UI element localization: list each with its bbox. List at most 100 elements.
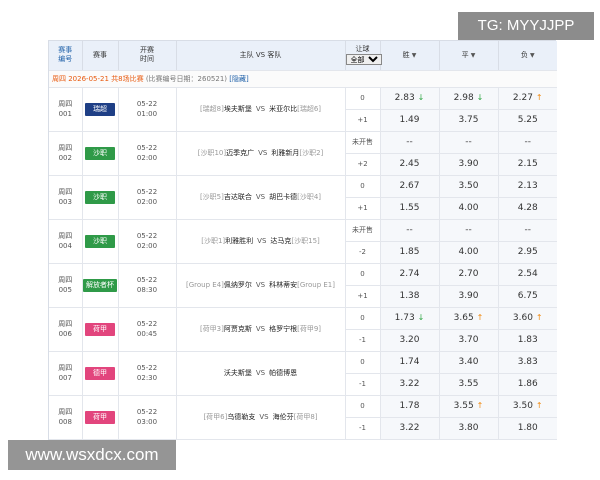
home-team-link[interactable]: 迈季克广 — [226, 149, 254, 157]
odds-lose-cell[interactable]: 1.80 — [498, 417, 557, 440]
odds-win-cell[interactable]: 3.22 — [379, 373, 440, 396]
odds-lose-cell[interactable]: 2.54 — [498, 263, 557, 286]
home-rank: [荷甲3] — [199, 325, 224, 333]
league-badge[interactable]: 荷甲 — [85, 410, 115, 424]
odds-win-cell[interactable]: 2.83 ↓ — [379, 87, 440, 110]
odds-win-value: -- — [406, 137, 413, 147]
home-team-link[interactable]: 沃夫斯堡 — [224, 369, 252, 377]
odds-win-value: 1.38 — [399, 291, 420, 301]
odds-win-value: 1.55 — [399, 203, 420, 213]
odds-draw-value: 3.50 — [458, 181, 479, 191]
header-draw-sort[interactable]: 平 ▼ — [439, 41, 499, 71]
league-badge[interactable]: 沙职 — [85, 190, 115, 204]
odds-win-cell[interactable]: 3.20 — [379, 329, 440, 352]
odds-draw-cell[interactable]: 4.00 — [439, 197, 499, 220]
away-team-link[interactable]: 胡巴卡德 — [269, 193, 297, 201]
match-code: 周四 003 — [49, 175, 83, 220]
odds-draw-cell[interactable]: 2.98 ↓ — [439, 87, 499, 110]
odds-draw-cell[interactable]: 3.55 — [439, 373, 499, 396]
odds-draw-value: 4.00 — [458, 247, 479, 257]
odds-lose-cell[interactable]: 2.15 — [498, 153, 557, 176]
odds-draw-cell[interactable]: -- — [439, 219, 499, 242]
odds-win-cell[interactable]: -- — [379, 131, 440, 154]
match-day: 周四 — [58, 364, 73, 372]
league-badge[interactable]: 解放者杯 — [83, 278, 117, 292]
home-team-link[interactable]: 乌德勒支 — [227, 413, 255, 421]
odds-lose-cell[interactable]: 3.83 — [498, 351, 557, 374]
odds-draw-cell[interactable]: 3.90 — [439, 285, 499, 308]
league-badge[interactable]: 瑞超 — [85, 102, 115, 116]
home-team-link[interactable]: 埃夫斯堡 — [224, 105, 252, 113]
odds-lose-cell[interactable]: 3.60 ↑ — [498, 307, 557, 330]
odds-lose-cell[interactable]: 4.28 — [498, 197, 557, 220]
league-badge[interactable]: 沙职 — [85, 146, 115, 160]
away-team-link[interactable]: 利雅新月 — [271, 149, 299, 157]
odds-lose-cell[interactable]: -- — [498, 131, 557, 154]
odds-lose-cell[interactable]: 2.95 — [498, 241, 557, 264]
handicap-filter-select[interactable]: 全部 — [345, 54, 382, 66]
header-win-sort[interactable]: 胜 ▼ — [380, 41, 440, 71]
home-team-link[interactable]: 吉达联合 — [224, 193, 252, 201]
odds-win-cell[interactable]: 1.85 — [379, 241, 440, 264]
odds-draw-cell[interactable]: 3.80 — [439, 417, 499, 440]
home-team-link[interactable]: 利雅胜利 — [225, 237, 253, 245]
odds-lose-cell[interactable]: 2.27 ↑ — [498, 87, 557, 110]
table-header-row: 赛事 编号 赛事 开赛 时间 主队 VS 客队 让球 全部 胜 ▼ 平 ▼ 负 ▼ — [49, 41, 557, 71]
odds-lose-cell[interactable]: 6.75 — [498, 285, 557, 308]
odds-win-value: 1.73 — [394, 313, 415, 323]
away-rank: [沙职4] — [297, 193, 322, 201]
header-teams: 主队 VS 客队 — [176, 41, 346, 71]
odds-win-cell[interactable]: 2.67 — [379, 175, 440, 198]
away-team-link[interactable]: 海伦芬 — [273, 413, 294, 421]
odds-draw-cell[interactable]: 4.00 — [439, 241, 499, 264]
away-team-link[interactable]: 科林蒂安 — [269, 281, 297, 289]
odds-lose-cell[interactable]: 5.25 — [498, 109, 557, 132]
teams-cell: [瑞超8]埃夫斯堡 VS 米亚尔比[瑞超6] — [176, 87, 346, 132]
match-day: 周四 — [58, 320, 73, 328]
league-badge[interactable]: 德甲 — [85, 366, 115, 380]
odds-win-cell[interactable]: 2.74 — [379, 263, 440, 286]
odds-draw-cell[interactable]: 3.50 — [439, 175, 499, 198]
match-day: 周四 — [58, 188, 73, 196]
odds-draw-cell[interactable]: 3.75 — [439, 109, 499, 132]
odds-draw-cell[interactable]: -- — [439, 131, 499, 154]
kickoff-time: 05-22 02:30 — [118, 351, 177, 396]
odds-draw-cell[interactable]: 3.70 — [439, 329, 499, 352]
away-team-link[interactable]: 达马克 — [270, 237, 291, 245]
odds-draw-cell[interactable]: 3.55 ↑ — [439, 395, 499, 418]
away-team-link[interactable]: 格罗宁根 — [269, 325, 297, 333]
odds-lose-cell[interactable]: 1.83 — [498, 329, 557, 352]
league-badge[interactable]: 沙职 — [85, 234, 115, 248]
odds-lose-cell[interactable]: 1.86 — [498, 373, 557, 396]
away-team-link[interactable]: 米亚尔比 — [269, 105, 297, 113]
odds-win-cell[interactable]: 1.49 — [379, 109, 440, 132]
odds-win-cell[interactable]: 2.45 — [379, 153, 440, 176]
odds-win-cell[interactable]: -- — [379, 219, 440, 242]
odds-draw-cell[interactable]: 3.90 — [439, 153, 499, 176]
odds-lose-cell[interactable]: -- — [498, 219, 557, 242]
odds-lose-value: 2.54 — [517, 269, 538, 279]
odds-win-cell[interactable]: 1.74 — [379, 351, 440, 374]
odds-win-cell[interactable]: 3.22 — [379, 417, 440, 440]
odds-draw-cell[interactable]: 3.65 ↑ — [439, 307, 499, 330]
odds-draw-value: 3.90 — [458, 159, 479, 169]
odds-win-cell[interactable]: 1.38 — [379, 285, 440, 308]
odds-win-cell[interactable]: 1.73 ↓ — [379, 307, 440, 330]
odds-draw-cell[interactable]: 2.70 — [439, 263, 499, 286]
odds-win-cell[interactable]: 1.55 — [379, 197, 440, 220]
league-cell: 沙职 — [82, 131, 119, 176]
odds-lose-cell[interactable]: 2.13 — [498, 175, 557, 198]
kickoff-date: 05-22 — [136, 232, 158, 240]
odds-lose-cell[interactable]: 3.50 ↑ — [498, 395, 557, 418]
kickoff-clock: 02:00 — [136, 242, 158, 250]
handicap-value: 0 — [345, 263, 381, 286]
odds-win-cell[interactable]: 1.78 — [379, 395, 440, 418]
away-team-link[interactable]: 帕德博恩 — [269, 369, 297, 377]
match-code: 周四 005 — [49, 263, 83, 308]
home-team-link[interactable]: 阿贾克斯 — [224, 325, 252, 333]
league-badge[interactable]: 荷甲 — [85, 322, 115, 336]
header-lose-sort[interactable]: 负 ▼ — [498, 41, 557, 71]
home-team-link[interactable]: 佩纳罗尔 — [224, 281, 252, 289]
hide-link[interactable]: [隐藏] — [229, 75, 248, 83]
odds-draw-cell[interactable]: 3.40 — [439, 351, 499, 374]
